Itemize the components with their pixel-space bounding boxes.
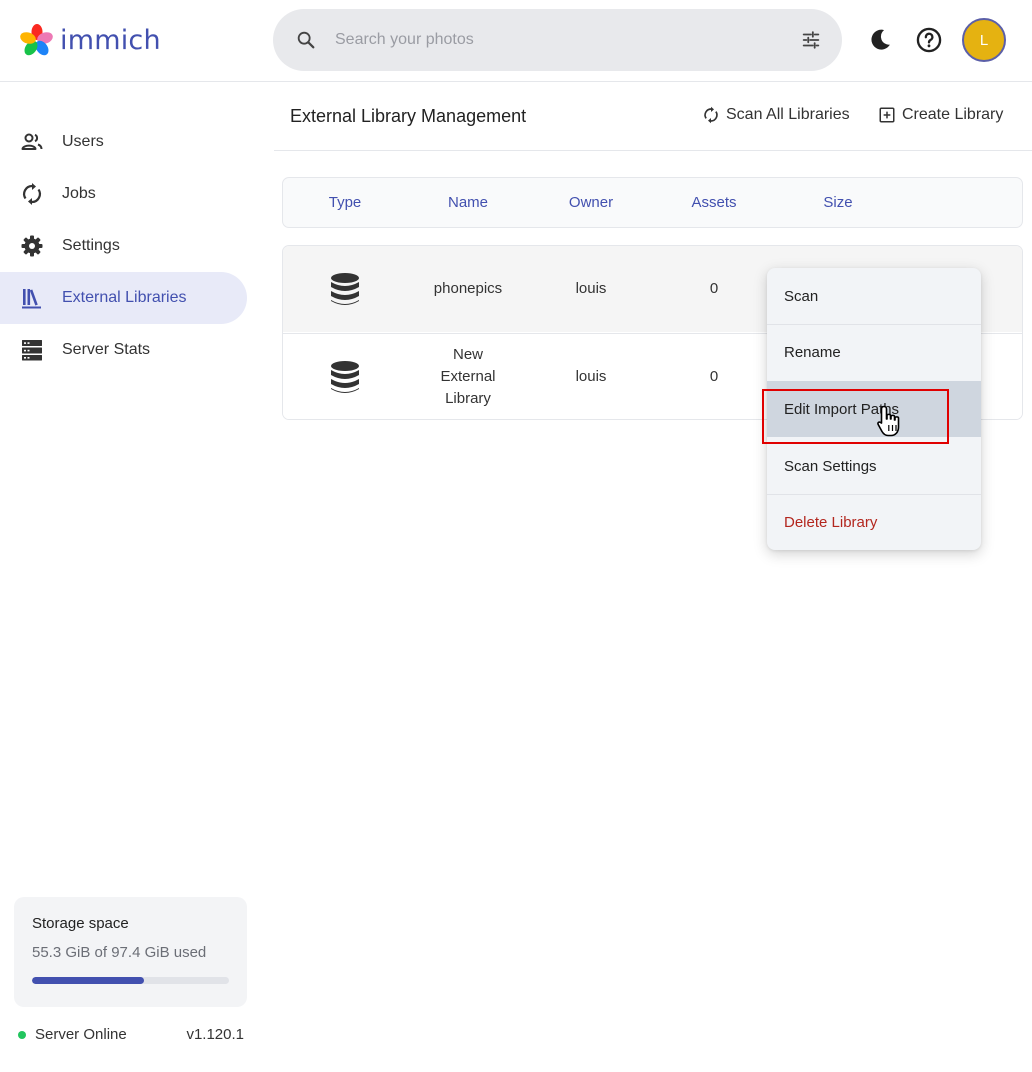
assets-cell: 0	[709, 368, 719, 385]
top-bar: immich L	[0, 0, 1032, 82]
server-icon	[22, 340, 42, 361]
main-content: External Library Management Scan All Lib…	[274, 82, 1032, 1072]
column-header-size: Size	[823, 194, 853, 211]
sidebar-item-label: Server Stats	[62, 341, 151, 358]
user-avatar[interactable]: L	[962, 18, 1006, 62]
sidebar-item-users[interactable]: Users	[0, 116, 247, 168]
users-icon	[21, 133, 43, 150]
immich-logo-icon	[20, 24, 53, 56]
sidebar: Users Jobs Settings External Libraries S…	[0, 82, 262, 1072]
search-icon[interactable]	[295, 29, 317, 51]
search-input[interactable]	[335, 27, 765, 53]
type-cell	[329, 246, 361, 332]
sidebar-item-label: Users	[62, 133, 104, 150]
sidebar-item-settings[interactable]: Settings	[0, 220, 247, 272]
app-window: immich L	[0, 0, 1032, 1072]
sidebar-item-label: External Libraries	[62, 289, 187, 306]
server-status: Server Online v1.120.1	[18, 1026, 244, 1043]
type-cell	[329, 334, 361, 419]
sidebar-item-server-stats[interactable]: Server Stats	[0, 324, 247, 376]
sidebar-item-jobs[interactable]: Jobs	[0, 168, 247, 220]
menu-item-scan[interactable]: Scan	[767, 268, 981, 324]
plus-box-icon	[879, 107, 895, 123]
app-name: immich	[60, 24, 161, 56]
menu-item-rename[interactable]: Rename	[767, 324, 981, 380]
column-header-assets: Assets	[691, 194, 737, 211]
owner-cell: louis	[575, 280, 607, 297]
sidebar-item-label: Jobs	[62, 185, 96, 202]
online-dot-icon	[18, 1030, 26, 1039]
search-bar[interactable]	[273, 9, 842, 71]
scan-all-libraries-button[interactable]: Scan All Libraries	[702, 106, 850, 124]
sidebar-item-external-libraries[interactable]: External Libraries	[0, 272, 247, 324]
database-icon	[331, 361, 359, 393]
filter-options-icon[interactable]	[800, 29, 822, 51]
menu-item-scan-settings[interactable]: Scan Settings	[767, 438, 981, 494]
create-library-button[interactable]: Create Library	[878, 106, 1003, 124]
column-header-name: Name	[447, 194, 489, 211]
name-cell: phonepics	[433, 280, 503, 297]
column-header-owner: Owner	[568, 194, 614, 211]
sync-icon	[704, 106, 718, 124]
sidebar-item-label: Settings	[62, 237, 120, 254]
gear-icon	[21, 235, 43, 257]
name-cell: New External Library	[440, 346, 496, 407]
dark-mode-moon-icon[interactable]	[866, 26, 894, 54]
menu-item-edit-import-paths[interactable]: Edit Import Paths	[767, 381, 981, 437]
scan-all-label: Scan All Libraries	[726, 106, 850, 123]
owner-cell: louis	[575, 368, 607, 385]
storage-used-text: 55.3 GiB of 97.4 GiB used	[32, 944, 207, 961]
library-context-menu: Scan Rename Edit Import Paths Scan Setti…	[767, 268, 981, 550]
sync-icon	[23, 183, 41, 205]
storage-title: Storage space	[32, 915, 129, 932]
storage-progress-fill	[32, 977, 144, 984]
database-icon	[331, 273, 359, 305]
storage-card: Storage space 55.3 GiB of 97.4 GiB used	[14, 897, 247, 1007]
column-header-type: Type	[328, 194, 362, 211]
help-icon[interactable]	[915, 26, 943, 54]
server-version[interactable]: v1.120.1	[186, 1026, 244, 1043]
immich-logo[interactable]: immich	[20, 22, 161, 58]
page-title: External Library Management	[290, 106, 527, 126]
storage-progress-bar	[32, 977, 229, 984]
create-library-label: Create Library	[902, 106, 1004, 123]
table-header: Type Name Owner Assets Size	[282, 177, 1023, 228]
library-icon	[22, 289, 41, 309]
menu-item-delete-library[interactable]: Delete Library	[767, 494, 981, 550]
server-status-label: Server Online	[35, 1026, 127, 1043]
assets-cell: 0	[709, 280, 719, 297]
page-toolbar: External Library Management Scan All Lib…	[274, 82, 1032, 151]
